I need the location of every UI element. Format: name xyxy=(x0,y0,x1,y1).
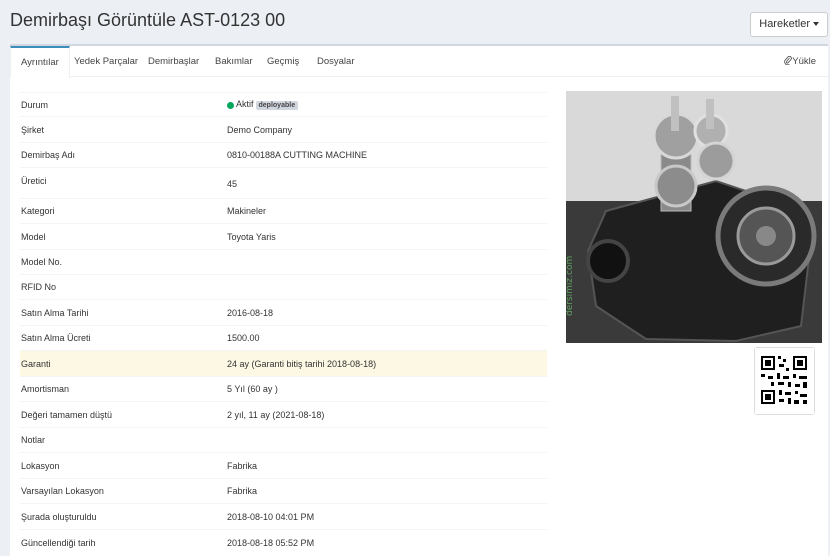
row-default-location: Varsayılan Lokasyon Fabrika xyxy=(20,478,547,503)
row-rfid: RFID No xyxy=(20,274,547,299)
row-model: Model Toyota Yaris xyxy=(20,223,547,249)
row-label: Demirbaş Adı xyxy=(21,150,76,160)
row-label: Durum xyxy=(21,99,49,110)
row-asset-name: Demirbaş Adı 0810-00188A CUTTING MACHINE xyxy=(20,142,547,167)
row-label: Notlar xyxy=(21,435,46,445)
tab-details[interactable]: Ayrıntılar xyxy=(10,46,70,78)
row-value: 0810-00188A CUTTING MACHINE xyxy=(227,150,368,160)
tab-history[interactable]: Geçmiş xyxy=(257,46,309,77)
row-label: Model xyxy=(21,231,46,242)
upload-link[interactable]: Yükle xyxy=(784,46,816,77)
row-label: Değeri tamamen düştü xyxy=(21,409,113,420)
row-updated-at: Güncellendiği tarih 2018-08-18 05:52 PM xyxy=(20,529,547,555)
row-value: 2016-08-18 xyxy=(227,307,274,318)
row-manufacturer: Üretici 45 xyxy=(20,167,547,198)
row-fully-depreciated: Değeri tamamen düştü 2 yıl, 11 ay (2021-… xyxy=(20,401,547,427)
row-value: Fabrika xyxy=(227,486,258,496)
row-value: 24 ay (Garanti bitiş tarihi 2018-08-18) xyxy=(227,358,377,369)
status-value: Aktif deployable xyxy=(227,99,547,110)
status-text: Aktif xyxy=(236,99,254,110)
row-created-at: Şurada oluşturuldu 2018-08-10 04:01 PM xyxy=(20,503,547,529)
row-label: Model No. xyxy=(21,257,63,267)
row-value: Demo Company xyxy=(227,124,293,135)
row-label: Varsayılan Lokasyon xyxy=(21,486,104,496)
gearbox-image: dersimiz.com xyxy=(566,91,822,343)
row-label: RFID No xyxy=(21,282,57,292)
row-value: Fabrika xyxy=(227,460,258,471)
status-dot-icon xyxy=(227,101,234,109)
row-purchase-date: Satın Alma Tarihi 2016-08-18 xyxy=(20,299,547,325)
row-value: 45 xyxy=(227,179,238,189)
actions-dropdown-button[interactable]: Hareketler xyxy=(750,12,828,37)
row-value: 1500.00 xyxy=(227,333,260,343)
tab-files[interactable]: Dosyalar xyxy=(307,46,365,77)
asset-photo: dersimiz.com xyxy=(566,91,822,343)
row-depreciation: Amortisman 5 Yıl (60 ay ) xyxy=(20,376,547,401)
row-label: Garanti xyxy=(21,358,51,369)
row-label: Kategori xyxy=(21,206,55,216)
actions-label: Hareketler xyxy=(759,18,810,30)
page-title: Demirbaşı Görüntüle AST-0123 00 xyxy=(10,10,286,30)
row-value: 2 yıl, 11 ay (2021-08-18) xyxy=(227,409,325,420)
watermark-text: dersimiz.com xyxy=(566,256,575,316)
row-notes: Notlar xyxy=(20,427,547,452)
row-value: Toyota Yaris xyxy=(227,231,276,242)
status-badge: deployable xyxy=(255,100,299,110)
caret-down-icon xyxy=(813,22,819,27)
row-purchase-cost: Satın Alma Ücreti 1500.00 xyxy=(20,325,547,350)
row-category: Kategori Makineler xyxy=(20,198,547,223)
row-value: 5 Yıl (60 ay ) xyxy=(227,384,278,394)
tab-bar: Ayrıntılar Yedek Parçalar Demirbaşlar Ba… xyxy=(10,46,828,78)
row-status: Durum Aktif deployable xyxy=(20,92,547,116)
row-label: Lokasyon xyxy=(21,460,60,471)
row-label: Amortisman xyxy=(21,384,70,394)
row-label: Satın Alma Tarihi xyxy=(21,307,89,318)
row-location: Lokasyon Fabrika xyxy=(20,452,547,478)
row-company: Şirket Demo Company xyxy=(20,116,547,142)
row-label: Şurada oluşturuldu xyxy=(21,511,97,522)
row-label: Satın Alma Ücreti xyxy=(21,333,91,343)
tab-assets[interactable]: Demirbaşlar xyxy=(138,46,209,77)
tab-maintenances[interactable]: Bakımlar xyxy=(205,46,262,77)
row-value: Makineler xyxy=(227,206,267,216)
qr-code-icon xyxy=(755,348,814,414)
row-warranty: Garanti 24 ay (Garanti bitiş tarihi 2018… xyxy=(20,350,547,376)
row-value: 2018-08-10 04:01 PM xyxy=(227,511,315,522)
row-label: Şirket xyxy=(21,124,45,135)
details-table: Durum Aktif deployable Şirket Demo Compan… xyxy=(20,92,547,555)
qr-code xyxy=(754,347,815,415)
row-label: Üretici xyxy=(21,176,47,186)
row-value: 2018-08-18 05:52 PM xyxy=(227,537,315,548)
row-model-no: Model No. xyxy=(20,249,547,274)
tab-spare-parts[interactable]: Yedek Parçalar xyxy=(64,46,148,77)
row-label: Güncellendiği tarih xyxy=(21,537,96,548)
asset-detail-box: Ayrıntılar Yedek Parçalar Demirbaşlar Ba… xyxy=(10,44,828,556)
page-header: Demirbaşı Görüntüle AST-0123 00 Hareketl… xyxy=(0,0,830,44)
